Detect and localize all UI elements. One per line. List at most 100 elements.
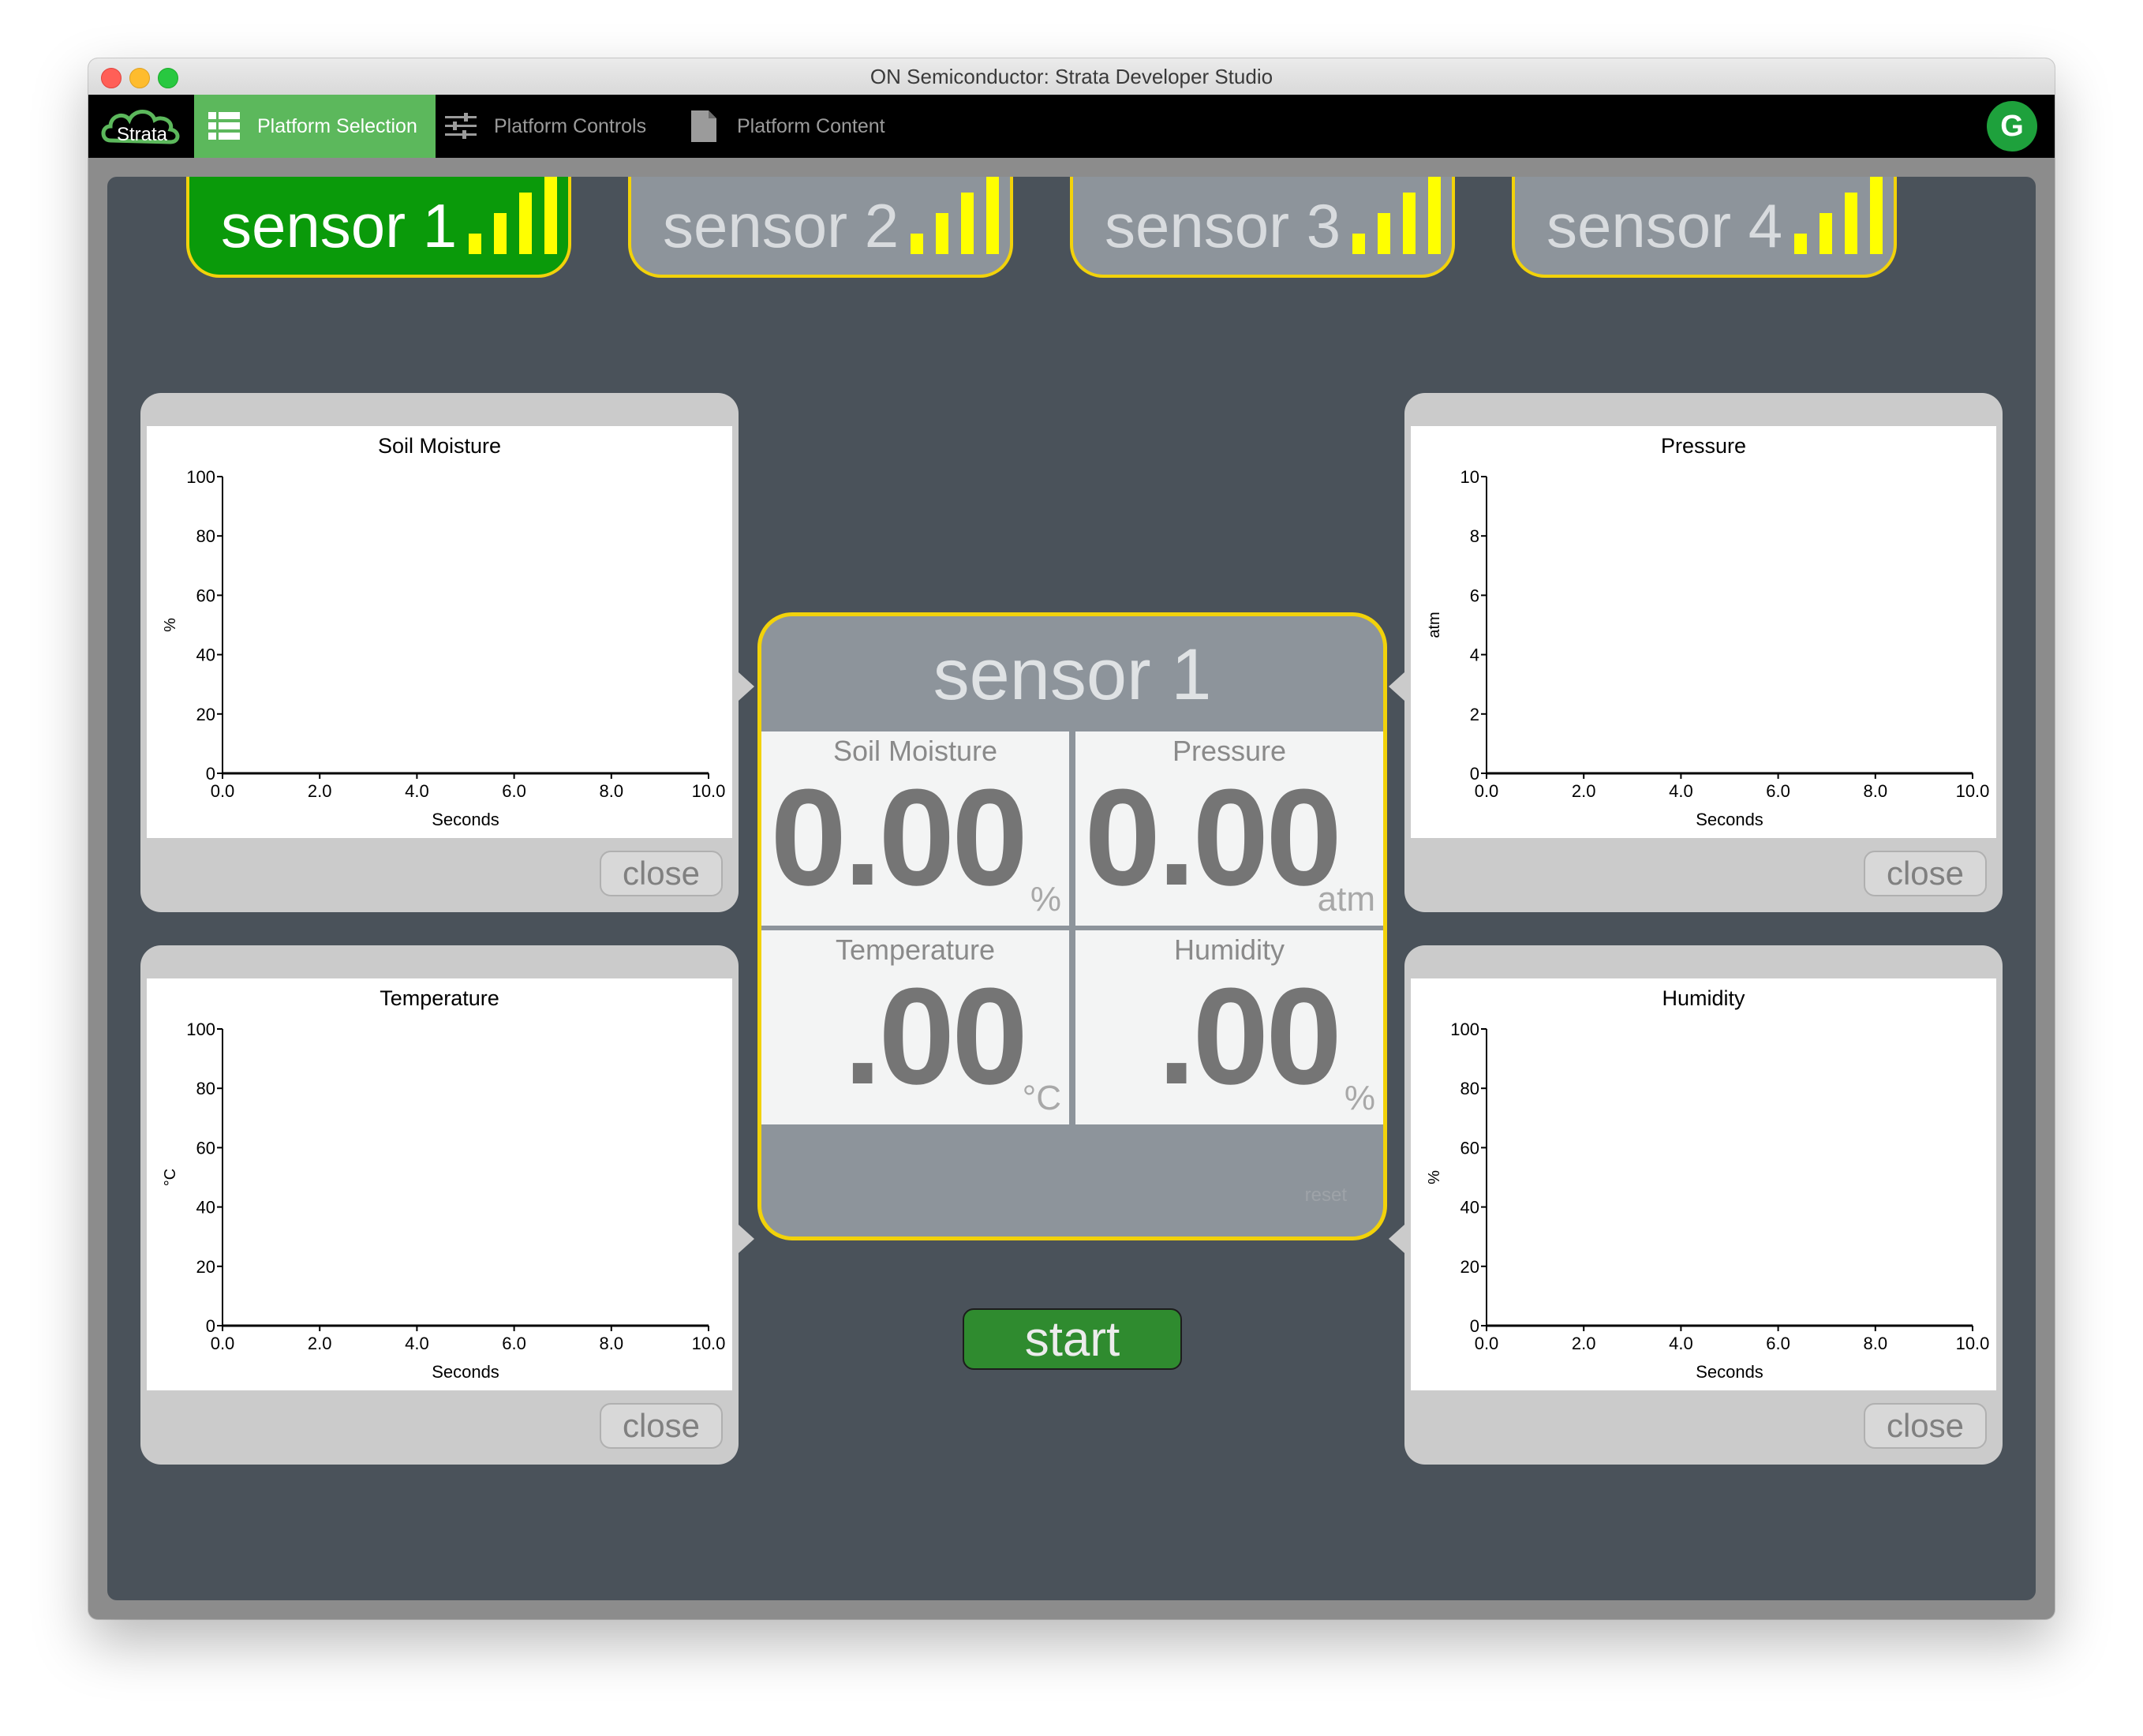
y-tick-label: 80 [196,526,215,546]
title-bar: ON Semiconductor: Strata Developer Studi… [88,58,2055,95]
x-tick-label: 4.0 [405,1334,429,1353]
tab-sensor-3[interactable]: sensor 3 [1070,177,1455,278]
reading-value: .00 [843,959,1028,1113]
y-tick-label: 40 [1460,1198,1479,1218]
y-tick-label: 20 [196,705,215,724]
sensor-readings-panel: sensor 1 Soil Moisture 0.00 % Pressure 0… [757,612,1387,1240]
x-tick-label: 4.0 [405,781,429,801]
chart-plot-area: Temperature 0 20 40 60 80 100 0.0 2.0 4.0 6.0 8.0 10… [147,978,732,1390]
app-window: ON Semiconductor: Strata Developer Studi… [88,58,2055,1619]
chart-pointer [1389,672,1404,701]
close-button[interactable]: close [1864,851,1987,896]
chart-card-pressure: Pressure 0 2 4 6 8 10 0.0 2.0 4.0 6.0 8.0 10.0 Second… [1404,393,2003,912]
chart-title: Pressure [1661,434,1746,458]
strata-logo[interactable]: Strata [99,101,186,152]
tab-sensor-4[interactable]: sensor 4 [1512,177,1897,278]
x-tick-label: 10.0 [692,1334,726,1353]
reset-button[interactable]: reset [1305,1184,1347,1207]
x-tick-label: 0.0 [211,781,235,801]
y-axis-label: % [162,618,179,632]
user-avatar[interactable]: G [1987,101,2037,152]
x-tick-label: 8.0 [1864,781,1888,801]
y-tick-label: 80 [1460,1079,1479,1098]
x-tick-label: 6.0 [502,781,526,801]
chart-card-soil-moisture: Soil Moisture 0 20 40 60 80 100 0.0 2.0 4.0 6.0 8.0… [140,393,739,912]
document-icon [688,110,720,142]
chart-title: Temperature [380,986,499,1010]
nav-item-platform-content[interactable]: Platform Content [688,95,885,158]
y-tick-label: 10 [1460,467,1479,487]
y-tick-label: 80 [196,1079,215,1098]
close-button[interactable]: close [600,851,723,896]
navbar: Strata Platform Selection Platform Contr… [88,95,2055,158]
y-tick-label: 60 [196,1138,215,1158]
x-tick-label: 6.0 [1766,781,1790,801]
chart-title: Soil Moisture [378,434,501,458]
y-tick-label: 4 [1470,645,1479,665]
reading-pressure[interactable]: Pressure 0.00 atm [1075,731,1383,926]
reading-soil-moisture[interactable]: Soil Moisture 0.00 % [761,731,1069,926]
x-tick-label: 0.0 [1475,1334,1499,1353]
chart-card-humidity: Humidity 0 20 40 60 80 100 0.0 2.0 4.0 6.0 8.0 10.0 S… [1404,945,2003,1465]
tab-sensor-2[interactable]: sensor 2 [628,177,1013,278]
start-button[interactable]: start [963,1308,1182,1370]
x-tick-label: 10.0 [1956,1334,1990,1353]
humidity-chart: Humidity0204060801000.0 2.0 4.0 6.0 8.0 10.0S… [1426,986,1990,1382]
chart-plot-area: Humidity 0 20 40 60 80 100 0.0 2.0 4.0 6.0 8.0 10.0 S… [1411,978,1996,1390]
x-tick-label: 6.0 [502,1334,526,1353]
y-tick-label: 2 [1470,705,1479,724]
x-tick-label: 10.0 [1956,781,1990,801]
y-tick-label: 40 [196,645,215,665]
chart-plot-area: Soil Moisture 0 20 40 60 80 100 0.0 2.0 4.0 6.0 8.0… [147,426,732,838]
logo-text: Strata [117,124,168,145]
x-tick-label: 0.0 [1475,781,1499,801]
tab-label: sensor 1 [221,191,458,260]
close-button[interactable]: close [600,1403,723,1449]
x-tick-label: 2.0 [308,1334,332,1353]
nav-item-label: Platform Content [737,114,885,137]
x-tick-label: 10.0 [692,781,726,801]
x-tick-label: 2.0 [308,781,332,801]
nav-item-platform-selection[interactable]: Platform Selection [194,95,436,158]
reading-unit: % [1030,880,1061,919]
chart-title: Humidity [1662,986,1745,1010]
x-tick-label: 2.0 [1572,1334,1596,1353]
chart-pointer [1389,1225,1404,1253]
tab-label: sensor 3 [1105,191,1341,260]
tab-sensor-1[interactable]: sensor 1 [186,177,571,278]
avatar-initial: G [2000,109,2024,143]
x-tick-label: 4.0 [1669,781,1693,801]
x-tick-label: 2.0 [1572,781,1596,801]
y-tick-label: 100 [186,467,215,487]
reading-unit: °C [1022,1079,1061,1117]
x-tick-label: 8.0 [600,781,624,801]
chart-plot-area: Pressure 0 2 4 6 8 10 0.0 2.0 4.0 6.0 8.0 10.0 Second… [1411,426,1996,838]
pressure-chart: Pressure02468100.0 2.0 4.0 6.0 8.0 10.0Second… [1426,434,1990,829]
window-title: ON Semiconductor: Strata Developer Studi… [870,65,1273,88]
nav-item-platform-controls[interactable]: Platform Controls [445,95,646,158]
close-button[interactable]: close [1864,1403,1987,1449]
reading-value: 0.00 [1084,760,1342,914]
temperature-chart: Temperature0204060801000.0 2.0 4.0 6.0 8.0 10… [162,986,726,1382]
y-tick-label: 20 [1460,1257,1479,1277]
y-axis-label: °C [162,1169,179,1186]
reading-temperature[interactable]: Temperature .00 °C [761,930,1069,1124]
nav-item-label: Platform Controls [494,114,647,137]
reading-value: 0.00 [770,760,1028,914]
y-tick-label: 100 [1450,1020,1479,1039]
reading-unit: atm [1317,880,1375,919]
y-tick-label: 60 [196,586,215,605]
x-axis-label: Seconds [1696,810,1763,829]
x-axis-label: Seconds [432,810,499,829]
x-tick-label: 6.0 [1766,1334,1790,1353]
reading-humidity[interactable]: Humidity .00 % [1075,930,1383,1124]
y-axis-label: atm [1426,612,1443,638]
tab-label: sensor 4 [1546,191,1783,260]
chart-pointer [739,672,754,701]
signal-strength-icon [1794,177,1883,254]
chart-card-temperature: Temperature 0 20 40 60 80 100 0.0 2.0 4.0 6.0 8.0 10… [140,945,739,1465]
y-axis-label: % [1426,1170,1443,1184]
y-tick-label: 8 [1470,526,1479,546]
chart-pointer [739,1225,754,1253]
x-tick-label: 8.0 [600,1334,624,1353]
